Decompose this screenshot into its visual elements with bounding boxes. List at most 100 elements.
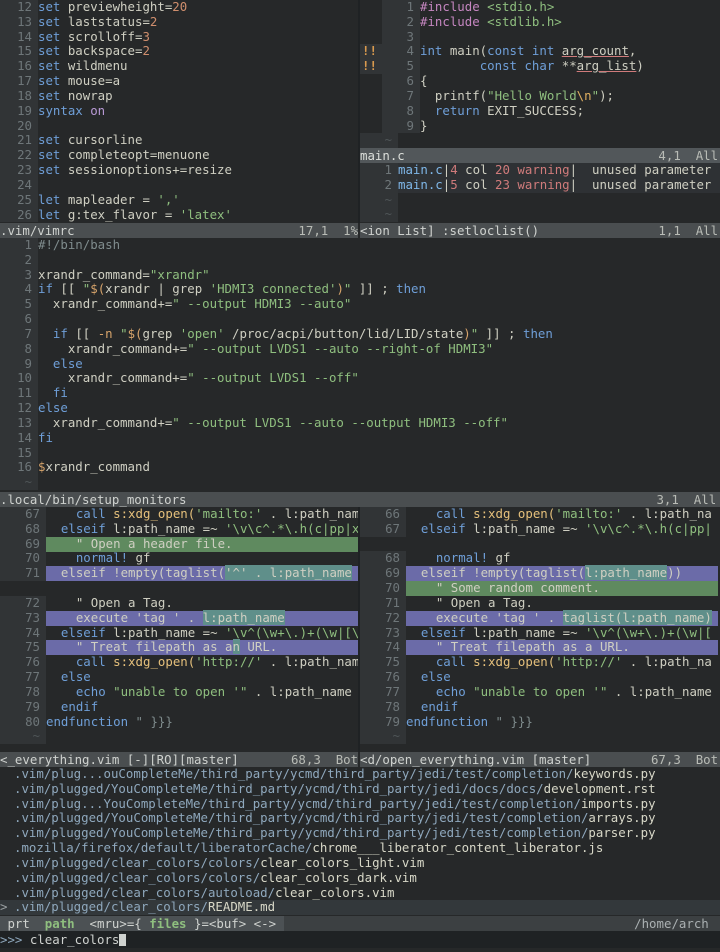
diff-line[interactable]: 67 call s:xdg_open('mailto:' . l:path_na… — [0, 507, 358, 522]
code-line[interactable]: 25 let mapleader = ',' — [0, 192, 358, 208]
code-line[interactable]: 15 set backspace=2 — [0, 44, 358, 60]
diff-line[interactable]: 79 endif — [0, 699, 358, 715]
diff-line[interactable]: 80 endfunction " }}} — [0, 714, 358, 730]
ctrlp-result-file: README.md — [207, 899, 276, 915]
code-line[interactable]: 11 fi — [0, 385, 720, 402]
line-text: xrandr_command+=" --output LVDS1 --off" — [38, 370, 359, 386]
pane-diff-left[interactable]: 67 call s:xdg_open('mailto:' . l:path_na… — [0, 507, 358, 752]
code-line[interactable]: 9 else — [0, 356, 720, 372]
diff-line[interactable]: 76 call s:xdg_open('http://' . l:path_na… — [0, 654, 358, 671]
code-line[interactable]: 12 set previewheight=20 — [0, 0, 358, 15]
code-line[interactable]: 6{ — [360, 73, 720, 89]
ctrlp-modes-left[interactable]: <mru>={ — [82, 916, 150, 931]
diff-line[interactable]: 67 elseif l:path_name =~ '\v\c^.*\.h(c|p… — [360, 521, 720, 537]
pane-main-c[interactable]: 1 #include <stdio.h> 2 #include <stdlib.h> 3… — [360, 0, 720, 148]
diff-line[interactable]: 78 echo "unable to open '" . l:path_name — [0, 684, 358, 700]
diff-line[interactable]: 74 elseif l:path_name =~ '\v^(\w+\.)+(\w… — [0, 625, 358, 641]
diff-line[interactable]: 72 execute 'tag ' . taglist(l:path_name) — [360, 609, 720, 626]
code-line[interactable]: 10 xrandr_command+=" --output LVDS1 --of… — [0, 370, 720, 387]
loclist-entry[interactable]: 1 main.c|4 col 20 warning| unused paramet… — [360, 163, 720, 178]
diff-line[interactable]: 71 elseif !empty(taglist('^' . l:path_na… — [0, 565, 358, 582]
diff-line[interactable]: 68 elseif l:path_name =~ '\v\c^.*\.h(c|p… — [0, 521, 358, 537]
code-line[interactable]: 24 — [0, 177, 358, 193]
code-line[interactable]: 14 fi — [0, 430, 720, 446]
ctrlp-modes-right[interactable]: }=<buf> <-> — [186, 916, 284, 931]
code-line[interactable]: 14 set scrolloff=3 — [0, 29, 358, 45]
ctrlp-result-item[interactable]: .vim/plugged/clear_colors/colors/clear_c… — [0, 870, 720, 886]
code-line[interactable]: 3 xrandr_command="xrandr" — [0, 267, 720, 283]
ctrlp-result-item[interactable]: .vim/plugged/YouCompleteMe/third_party/y… — [0, 781, 720, 797]
ctrlp-prompt[interactable]: >>> clear_colors — [0, 931, 720, 948]
diff-line[interactable]: 73 elseif l:path_name =~ '\v^(\w+\.)+(\w… — [360, 625, 720, 641]
pane-vimrc[interactable]: 12 set previewheight=20 13 set laststatus=2… — [0, 0, 358, 223]
code-line[interactable]: 12 else — [0, 400, 720, 416]
ctrlp-result-item[interactable]: .mozilla/firefox/default/liberatorCache/… — [0, 840, 720, 856]
ctrlp-result-item[interactable]: .vim/plugged/YouCompleteMe/third_party/y… — [0, 825, 720, 841]
diff-line[interactable]: 75 call s:xdg_open('http://' . l:path_na — [360, 654, 720, 671]
diff-line[interactable]: 71 " Open a Tag. — [360, 595, 720, 611]
diff-line[interactable] — [360, 537, 720, 552]
line-number: 22 — [0, 147, 38, 164]
code-line[interactable]: 7 printf("Hello World\n"); — [360, 88, 720, 104]
statusline-ruler: 17,1 — [298, 223, 329, 238]
pane-diff-right[interactable]: 66 call s:xdg_open('mailto:' . l:path_na… — [360, 507, 720, 752]
ctrlp-query[interactable]: clear_colors — [22, 932, 120, 947]
pane-location-list[interactable]: 1 main.c | 4 col 20 warning| unused paramet… — [360, 163, 720, 223]
ctrlp-result-list[interactable]: .vim/plug...ouCompleteMe/third_party/ycm… — [0, 766, 720, 916]
diff-line[interactable] — [0, 581, 358, 596]
code-line[interactable]: 1 #include <stdio.h> — [360, 0, 720, 15]
code-line[interactable]: 20 — [0, 118, 358, 134]
code-line[interactable]: 9} — [360, 118, 720, 134]
code-line[interactable]: 7 if [[ -n "$(grep 'open' /proc/acpi/but… — [0, 326, 720, 342]
diff-line[interactable]: 73 execute 'tag ' . l:path_name — [0, 609, 358, 626]
code-line[interactable]: 15 — [0, 445, 720, 461]
pane-setup-monitors[interactable]: 1 #!/bin/bash 2 3 xrandr_command="xrandr" … — [0, 238, 720, 492]
loclist-entry[interactable]: 2 main.c|5 col 23 warning| unused paramet… — [360, 177, 720, 193]
diff-line[interactable]: 76 else — [360, 669, 720, 685]
code-line[interactable]: 13 xrandr_command+=" --output LVDS1 --au… — [0, 415, 720, 431]
diff-line[interactable]: 77 echo "unable to open '" . l:path_name — [360, 684, 720, 700]
ctrlp-result-item[interactable]: .vim/plug...ouCompleteMe/third_party/ycm… — [0, 766, 720, 782]
code-line[interactable]: 2 #include <stdlib.h> — [360, 14, 720, 30]
code-line[interactable]: 17 set mouse=a — [0, 73, 358, 89]
ctrlp-mode[interactable]: prt — [0, 916, 38, 931]
code-line[interactable]: !! 4 int main(const int arg_count, — [360, 44, 720, 60]
code-line[interactable]: 8 return EXIT_SUCCESS; — [360, 103, 720, 119]
code-line[interactable]: 23 set sessionoptions+=resize — [0, 162, 358, 178]
code-line[interactable]: 13 set laststatus=2 — [0, 14, 358, 30]
code-line[interactable]: 16 $xrandr_command — [0, 460, 720, 476]
diff-line[interactable]: 66 call s:xdg_open('mailto:' . l:path_na — [360, 507, 720, 522]
diff-line[interactable]: 75 " Treat filepath as an URL. — [0, 639, 358, 656]
ctrlp-result-item[interactable]: > .vim/plugged/clear_colors/README.md — [0, 899, 720, 916]
diff-line[interactable]: 70 normal! gf — [0, 551, 358, 567]
code-line[interactable]: 3 — [360, 29, 720, 45]
ctrlp-mode-files[interactable]: files — [149, 916, 187, 931]
diff-line[interactable]: 68 normal! gf — [360, 551, 720, 567]
diff-line[interactable]: 78 endif — [360, 699, 720, 715]
code-line[interactable]: !! 5 const char **arg_list) — [360, 58, 720, 75]
diff-line[interactable]: 72 " Open a Tag. — [0, 595, 358, 611]
code-line[interactable]: 6 — [0, 311, 720, 327]
code-line[interactable]: 26 let g:tex_flavor = 'latex' — [0, 207, 358, 223]
ctrlp-result-item[interactable]: .vim/plugged/YouCompleteMe/third_party/y… — [0, 811, 720, 826]
ctrlp-scope[interactable]: path — [37, 916, 83, 931]
ctrlp-result-item[interactable]: .vim/plugged/clear_colors/autoload/clear… — [0, 885, 720, 901]
diff-line[interactable]: 69 elseif !empty(taglist(l:path_name)) — [360, 565, 720, 582]
code-line[interactable]: 22 set completeopt=menuone — [0, 147, 358, 164]
diff-line[interactable]: 79 endfunction " }}} — [360, 714, 720, 730]
ctrlp-result-item[interactable]: .vim/plugged/clear_colors/colors/clear_c… — [0, 855, 720, 871]
code-line[interactable]: 5 xrandr_command+=" --output HDMI3 --aut… — [0, 296, 720, 313]
code-line[interactable]: 1 #!/bin/bash — [0, 238, 720, 253]
diff-line[interactable]: 77 else — [0, 669, 358, 685]
code-line[interactable]: 19 syntax on — [0, 103, 358, 119]
code-line[interactable]: 18 set nowrap — [0, 88, 358, 104]
diff-line[interactable]: 74 " Treat filepath as a URL. — [360, 640, 720, 656]
diff-line[interactable]: 69 " Open a header file. — [0, 536, 358, 552]
diff-line[interactable]: 70 " Some random comment. — [360, 580, 720, 596]
code-line[interactable]: 4 if [[ "$(xrandr | grep 'HDMI3 connected… — [0, 282, 720, 298]
code-line[interactable]: 2 — [0, 252, 720, 268]
code-line[interactable]: 16 set wildmenu — [0, 58, 358, 75]
code-line[interactable]: 8 xrandr_command+=" --output LVDS1 --aut… — [0, 341, 720, 357]
ctrlp-result-item[interactable]: .vim/plug...YouCompleteMe/third_party/yc… — [0, 796, 720, 812]
code-line[interactable]: 21 set cursorline — [0, 133, 358, 149]
